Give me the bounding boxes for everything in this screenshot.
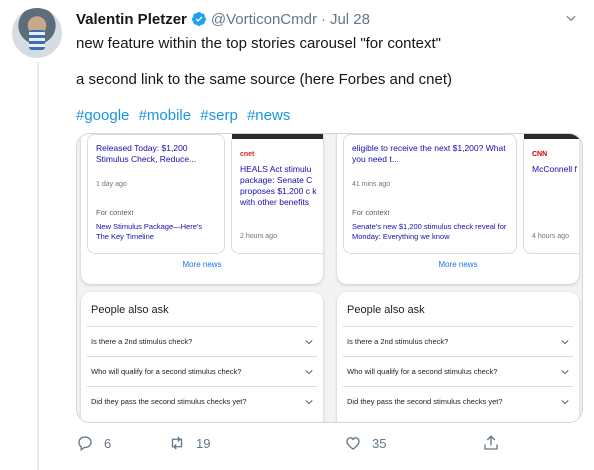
news-card[interactable]: CNN McConnell f $1 trillion Se stimulus … bbox=[523, 134, 579, 254]
chevron-down-icon bbox=[305, 399, 313, 404]
like-button[interactable]: 35 bbox=[344, 434, 386, 452]
paa-title: People also ask bbox=[347, 304, 425, 316]
retweet-button[interactable]: 19 bbox=[168, 434, 210, 452]
paa-title: People also ask bbox=[91, 304, 169, 316]
separator-dot: · bbox=[320, 10, 326, 28]
paa-question[interactable]: Is there a 2nd stimulus check? bbox=[343, 326, 573, 356]
hashtag-link[interactable]: #google bbox=[76, 107, 129, 124]
share-icon bbox=[484, 435, 498, 450]
card-title: HEALS Act stimulu package: Senate C prop… bbox=[240, 164, 317, 207]
reply-icon bbox=[78, 436, 92, 452]
card-time: 4 hours ago bbox=[532, 233, 569, 240]
share-button[interactable] bbox=[482, 434, 510, 452]
card-thumbnail bbox=[232, 134, 323, 139]
reply-count: 6 bbox=[104, 435, 112, 451]
screenshot-right: eligible to receive the next $1,200? Wha… bbox=[333, 134, 582, 422]
news-card[interactable]: eligible to receive the next $1,200? Wha… bbox=[343, 134, 517, 254]
hashtag-link[interactable]: #mobile bbox=[139, 107, 192, 124]
question-text: Who will qualify for a second stimulus c… bbox=[91, 367, 242, 376]
question-text: Did they pass the second stimulus checks… bbox=[91, 397, 247, 406]
tweet-media[interactable]: Released Today: $1,200 Stimulus Check, R… bbox=[76, 133, 583, 423]
more-news-link[interactable]: More news bbox=[81, 260, 323, 269]
card-time: 41 mins ago bbox=[352, 181, 391, 188]
for-context-label: For context bbox=[96, 208, 134, 217]
question-text: Is there a 2nd stimulus check? bbox=[347, 337, 449, 346]
chevron-down-icon bbox=[561, 369, 569, 374]
card-time: 1 day ago bbox=[96, 181, 127, 188]
paa-question[interactable]: Who will qualify for a second stimulus c… bbox=[343, 356, 573, 386]
card-title: Released Today: $1,200 Stimulus Check, R… bbox=[96, 143, 197, 164]
more-news-link[interactable]: More news bbox=[337, 260, 579, 269]
paa-question[interactable]: Who will qualify for a second stimulus c… bbox=[87, 356, 317, 386]
cnn-logo: CNN bbox=[532, 151, 548, 158]
cnet-logo: cnet bbox=[240, 151, 255, 158]
chevron-down-icon bbox=[305, 369, 313, 374]
retweet-count: 19 bbox=[196, 435, 211, 451]
tweet-text: new feature within the top stories carou… bbox=[76, 34, 580, 142]
context-link[interactable]: New Stimulus Package—Here's The Key Time… bbox=[96, 222, 216, 242]
reply-button[interactable]: 6 bbox=[76, 434, 111, 452]
avatar[interactable] bbox=[12, 8, 62, 58]
card-title: McConnell f $1 trillion Se stimulus pro … bbox=[532, 164, 579, 174]
people-also-ask: People also ask Is there a 2nd stimulus … bbox=[81, 292, 323, 422]
author-name[interactable]: Valentin Pletzer bbox=[76, 11, 187, 28]
news-card[interactable]: Released Today: $1,200 Stimulus Check, R… bbox=[87, 134, 225, 254]
chevron-down-icon[interactable] bbox=[564, 11, 578, 25]
chevron-down-icon bbox=[305, 339, 313, 344]
top-stories-carousel: Released Today: $1,200 Stimulus Check, R… bbox=[81, 134, 323, 284]
tweet-line-1: new feature within the top stories carou… bbox=[76, 35, 442, 52]
chevron-down-icon bbox=[561, 339, 569, 344]
like-count: 35 bbox=[372, 435, 387, 451]
question-text: Did they pass the second stimulus checks… bbox=[347, 397, 503, 406]
tweet-actions: 6 19 35 bbox=[76, 432, 498, 454]
thread-line bbox=[37, 62, 39, 470]
for-context-label: For context bbox=[352, 208, 390, 217]
tweet-date[interactable]: Jul 28 bbox=[330, 11, 370, 28]
retweet-icon bbox=[171, 436, 183, 450]
tweet-line-2: a second link to the same source (here F… bbox=[76, 71, 453, 88]
card-time: 2 hours ago bbox=[240, 233, 277, 240]
question-text: Is there a 2nd stimulus check? bbox=[91, 337, 193, 346]
card-thumbnail bbox=[524, 134, 579, 139]
card-title: eligible to receive the next $1,200? Wha… bbox=[352, 143, 506, 164]
news-card[interactable]: cnet HEALS Act stimulu package: Senate C… bbox=[231, 134, 323, 254]
tweet-header: Valentin Pletzer @VorticonCmdr · Jul 28 bbox=[76, 9, 582, 29]
hashtag-link[interactable]: #news bbox=[247, 107, 290, 124]
paa-question[interactable]: Is there a 2nd stimulus check? bbox=[87, 326, 317, 356]
hashtag-link[interactable]: #serp bbox=[200, 107, 238, 124]
author-handle[interactable]: @VorticonCmdr bbox=[211, 11, 317, 28]
chevron-down-icon bbox=[561, 399, 569, 404]
context-link[interactable]: Senate's new $1,200 stimulus check revea… bbox=[352, 222, 508, 242]
people-also-ask: People also ask Is there a 2nd stimulus … bbox=[337, 292, 579, 422]
verified-icon bbox=[191, 12, 206, 26]
paa-question[interactable]: Did they pass the second stimulus checks… bbox=[87, 386, 317, 416]
top-stories-carousel: eligible to receive the next $1,200? Wha… bbox=[337, 134, 579, 284]
heart-icon bbox=[346, 437, 360, 450]
screenshot-left: Released Today: $1,200 Stimulus Check, R… bbox=[77, 134, 327, 422]
paa-question[interactable]: Did they pass the second stimulus checks… bbox=[343, 386, 573, 416]
hashtag-list: #google #mobile #serp #news bbox=[76, 106, 580, 126]
question-text: Who will qualify for a second stimulus c… bbox=[347, 367, 498, 376]
